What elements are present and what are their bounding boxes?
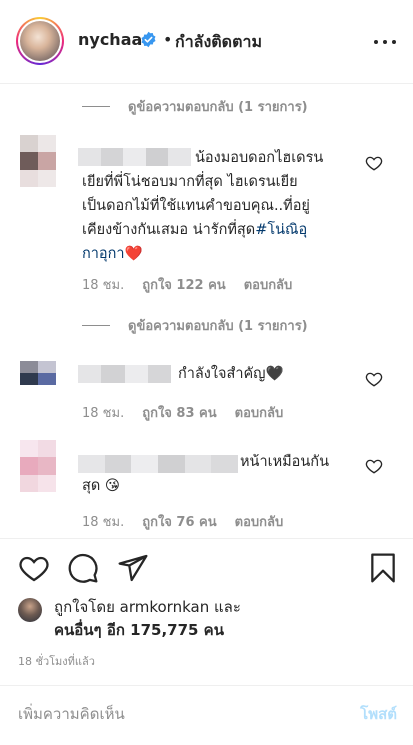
comment-icon[interactable] <box>67 552 99 584</box>
hashtag-link[interactable]: #โน่ณิอุ <box>255 222 307 238</box>
likes-count[interactable]: คนอื่นๆ อีก 175,775 คน <box>54 618 224 642</box>
heart-icon[interactable] <box>18 552 50 584</box>
commenter-avatar[interactable] <box>20 361 56 397</box>
comment-text-line: เคียงข้างกันเสมอ น่ารักที่สุด#โน่ณิอุ <box>82 222 308 238</box>
bookmark-icon[interactable] <box>367 552 399 584</box>
divider <box>0 685 413 686</box>
more-options-icon[interactable] <box>373 30 397 54</box>
profile-avatar[interactable] <box>16 17 64 65</box>
post-header: nychaa • กำลังติดตาม <box>0 0 413 84</box>
comment-text-line: สุด 😘 <box>82 478 121 494</box>
comment-text-line: หน้าเหมือนกัน <box>240 454 329 470</box>
comment-time: 18 ชม. <box>82 278 125 293</box>
commenter-avatar[interactable] <box>20 135 56 187</box>
comment-text-line: น้องมอบดอกไฮเดรน <box>195 150 324 166</box>
view-replies-button[interactable]: ดูข้อความตอบกลับ (1 รายการ) <box>82 315 308 335</box>
share-icon[interactable] <box>117 552 149 584</box>
comment-likes[interactable]: ถูกใจ 122 คน <box>142 274 225 295</box>
post-comment-button[interactable]: โพสต์ <box>360 702 397 726</box>
divider <box>0 538 413 539</box>
comment-meta: 18 ชม. ถูกใจ 122 คน ตอบกลับ <box>82 274 292 295</box>
hashtag-link[interactable]: กาอุกา <box>82 246 125 262</box>
comment-meta: 18 ชม. ถูกใจ 76 คน ตอบกลับ <box>82 511 283 532</box>
comment-text-line: เป็นดอกไม้ที่ใช้แทนคำขอบคุณ..ที่อยู่ <box>82 198 310 214</box>
separator-dot: • <box>163 30 173 49</box>
like-comment-heart-icon[interactable] <box>365 154 383 172</box>
commenter-name-masked[interactable] <box>78 365 171 383</box>
verified-badge-icon <box>141 31 156 48</box>
like-comment-heart-icon[interactable] <box>365 457 383 475</box>
reply-button[interactable]: ตอบกลับ <box>235 511 284 532</box>
comment-text-line: กาอุกา❤️ <box>82 242 143 266</box>
view-replies-button[interactable]: ดูข้อความตอบกลับ (1 รายการ) <box>82 96 308 116</box>
commenter-name-masked[interactable] <box>78 148 191 166</box>
commenter-name-masked[interactable] <box>78 455 239 473</box>
comment-meta: 18 ชม. ถูกใจ 83 คน ตอบกลับ <box>82 402 283 423</box>
following-button[interactable]: กำลังติดตาม <box>175 30 262 55</box>
comment-text: กำลังใจสำคัญ🖤 <box>178 366 284 382</box>
username[interactable]: nychaa <box>78 30 142 49</box>
reply-button[interactable]: ตอบกลับ <box>235 402 284 423</box>
like-comment-heart-icon[interactable] <box>365 370 383 388</box>
liked-by-text[interactable]: ถูกใจโดย armkornkan และ <box>54 595 241 619</box>
heart-emoji: ❤️ <box>124 246 143 262</box>
kiss-emoji: 😘 <box>104 478 121 494</box>
comment-time: 18 ชม. <box>82 406 125 421</box>
commenter-avatar[interactable] <box>20 440 56 492</box>
reply-button[interactable]: ตอบกลับ <box>244 274 293 295</box>
comment-text-line: เยียที่พี่โน่ชอบมากที่สุด ไฮเดรนเยีย <box>82 174 298 190</box>
comment-input[interactable]: เพิ่มความคิดเห็น <box>18 702 125 726</box>
comment-time: 18 ชม. <box>82 515 125 530</box>
comment-likes[interactable]: ถูกใจ 76 คน <box>142 511 216 532</box>
post-timestamp: 18 ชั่วโมงที่แล้ว <box>18 655 95 668</box>
comment-likes[interactable]: ถูกใจ 83 คน <box>142 402 216 423</box>
liker-avatar[interactable] <box>18 598 42 622</box>
